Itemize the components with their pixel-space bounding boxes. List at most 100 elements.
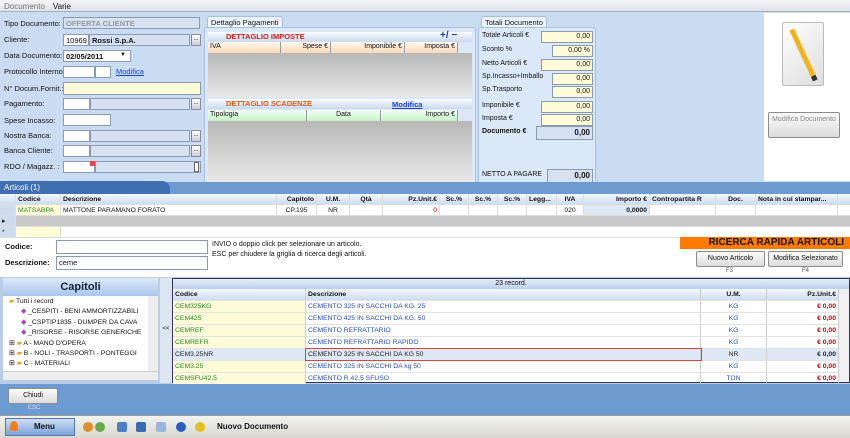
tree-item[interactable]: ▰ Tutti i record [9, 297, 148, 307]
tipo-documento-select[interactable]: OFFERTA CLIENTE [63, 17, 200, 29]
col-codice[interactable]: Codice [173, 289, 306, 300]
col-legg[interactable]: Legg... [527, 194, 557, 204]
capitoli-tree: ▰ Tutti i record ◆ _CESPITI - BENI AMMOR… [3, 296, 148, 371]
col-doc[interactable]: Doc. [716, 194, 756, 204]
cell-prezzo: € 0,00 [767, 313, 839, 324]
cell-prezzo: € 0,00 [767, 337, 839, 348]
col-capitolo[interactable]: Capitolo [277, 194, 317, 204]
imposta-value: 0,00 [541, 114, 593, 126]
col-codice[interactable]: Codice [16, 194, 61, 204]
articoli-grid: Codice Descrizione Capitolo U.M. Qtà Pz.… [0, 194, 850, 238]
col-pz-unit[interactable]: Pz.Unit.€ [383, 194, 440, 204]
col-iva[interactable]: IVA [557, 194, 584, 204]
chevron-down-icon[interactable]: ▼ [120, 52, 126, 58]
risultati-row[interactable]: CEMREFR CEMENTO REFRATTARIO RAPIDO KG € 0,0… [173, 337, 849, 349]
sp-trasporto-input[interactable]: 0,00 [552, 86, 593, 98]
tree-item[interactable]: ◆ _CSPTIP1835 - DUMPER DA CAVA [9, 318, 148, 328]
col-contropartita[interactable]: Contropartita R [650, 194, 716, 204]
sp-incasso-input[interactable]: 0,00 [552, 73, 593, 85]
tree-vertical-scrollbar[interactable] [148, 296, 158, 371]
risultati-scrollbar[interactable] [838, 289, 849, 382]
tree-item[interactable]: ⊞ ▰ C - MATERIALI [9, 359, 148, 369]
calendar-icon[interactable] [136, 422, 146, 432]
row-capitolo: CP.195 [277, 205, 317, 215]
cliente-name-input[interactable]: Rossi S.p.A. [89, 34, 190, 46]
articoli-row[interactable]: MATSABPA MATTONE PARAMANO FORATO CP.195 … [0, 205, 850, 216]
sp-trasporto-label: Sp.Trasporto [482, 86, 523, 93]
nostra-banca-desc-input[interactable] [90, 130, 190, 142]
risultati-row[interactable]: CEM3.25NR CEMENTO 325 IN SACCHI DA KG 50 N… [173, 348, 849, 361]
col-um[interactable]: U.M. [701, 289, 767, 300]
tab-articoli[interactable]: Articoli (1) [0, 181, 170, 194]
scadenze-modifica-link[interactable]: Modifica [392, 100, 422, 109]
protocollo-input[interactable] [63, 66, 95, 78]
col-importo[interactable]: Importo € [584, 194, 650, 204]
ndoc-input[interactable] [63, 82, 201, 95]
pagamento-desc-input[interactable] [90, 98, 190, 110]
risultati-row[interactable]: CEMREF CEMENTO REFRATTARIO KG € 0,00 [173, 325, 849, 337]
row-importo: 0,0000 [584, 205, 650, 215]
netto-articoli-value: 0,00 [541, 59, 593, 71]
magazzino-input[interactable] [95, 161, 201, 173]
col-descrizione[interactable]: Descrizione [61, 194, 277, 204]
banca-cliente-desc-input[interactable] [90, 145, 190, 157]
nuovo-articolo-button[interactable]: Nuovo Articolo [696, 251, 765, 267]
tree-item[interactable]: ◆ _CESPITI - BENI AMMORTIZZABILI [9, 307, 148, 317]
risultati-row[interactable]: CEM3.25 CEMENTO 325 IN SACCHI DA kg 50 KG €… [173, 361, 849, 373]
col-prezzo[interactable]: Pz.Unit.€ [767, 289, 839, 300]
articoli-row-current[interactable]: ▸ [0, 216, 850, 227]
cliente-browse-button[interactable]: ... [191, 34, 201, 46]
documento-value: 0,00 [536, 126, 593, 140]
add-remove-imposta-icon[interactable]: +/ − [440, 30, 457, 41]
calculator-icon[interactable] [117, 422, 127, 432]
key-icon[interactable] [195, 422, 205, 432]
collapse-capitoli-button[interactable]: << [160, 278, 172, 383]
nostra-banca-browse-button[interactable]: ... [191, 130, 201, 142]
col-um[interactable]: U.M. [317, 194, 350, 204]
tree-item[interactable]: ⊞ ▰ B - NOLI - TRASPORTI - PONTEGGI [9, 349, 148, 359]
tree-horizontal-scrollbar[interactable] [3, 371, 158, 380]
tree-item[interactable]: ⊞ ▰ A - MANO D'OPERA [9, 339, 148, 349]
imposte-table-body [208, 53, 472, 97]
ricerca-codice-label: Codice: [5, 242, 33, 251]
col-sc1[interactable]: Sc.% [440, 194, 469, 204]
chiudi-button[interactable]: Chiudi [8, 388, 58, 404]
col-qta[interactable]: Qtà [350, 194, 383, 204]
protocollo-modifica-link[interactable]: Modifica [116, 67, 144, 76]
modifica-selezionato-button[interactable]: Modifica Selezionato [768, 251, 843, 267]
row-iva: 020 [557, 205, 584, 215]
col-sc3[interactable]: Sc.% [498, 194, 527, 204]
users-icon[interactable] [83, 422, 93, 432]
cell-um: KG [701, 361, 767, 372]
spese-incasso-input[interactable] [63, 114, 111, 126]
cell-codice: CEM425 [173, 313, 306, 324]
risultati-row[interactable]: CEM325KG CEMENTO 325 IN SACCHI DA KG. 25 K… [173, 301, 849, 313]
cliente-code-input[interactable]: 10969 [63, 34, 89, 46]
cell-codice: CEM3.25 [173, 361, 306, 372]
col-nota[interactable]: Nota in cui stampar... [756, 194, 838, 204]
mail-icon[interactable] [156, 422, 166, 432]
help-icon[interactable] [176, 422, 186, 432]
col-descrizione[interactable]: Descrizione [306, 289, 701, 300]
pagamento-code-input[interactable] [63, 98, 90, 110]
protocollo-suffix-input[interactable] [95, 66, 111, 78]
cell-descrizione: CEMENTO 425 IN SACCHI DA KG. 50 [306, 313, 701, 324]
col-data: Data [307, 110, 381, 121]
ricerca-descrizione-input[interactable]: ceme [56, 256, 208, 270]
pagamento-browse-button[interactable]: ... [191, 98, 201, 110]
banca-cliente-code-input[interactable] [63, 145, 90, 157]
row-um: NR [317, 205, 350, 215]
user-icon[interactable] [95, 422, 105, 432]
list-icon[interactable] [194, 162, 199, 172]
cell-um: NR [701, 349, 767, 360]
tree-item[interactable]: ◆ _RISORSE - RISORSE GENERICHE [9, 328, 148, 338]
risultati-row[interactable]: CEM425 CEMENTO 425 IN SACCHI DA KG. 50 KG €… [173, 313, 849, 325]
ricerca-codice-input[interactable] [56, 240, 208, 254]
banca-cliente-browse-button[interactable]: ... [191, 145, 201, 157]
ricerca-help-2: ESC per chiudere la griglia di ricerca d… [212, 251, 367, 258]
nostra-banca-code-input[interactable] [63, 130, 90, 142]
sconto-input[interactable]: 0,00 % [552, 45, 593, 57]
modifica-documento-button[interactable]: Modifica Documento [768, 112, 840, 138]
cell-um: KG [701, 313, 767, 324]
col-sc2[interactable]: Sc.% [469, 194, 498, 204]
